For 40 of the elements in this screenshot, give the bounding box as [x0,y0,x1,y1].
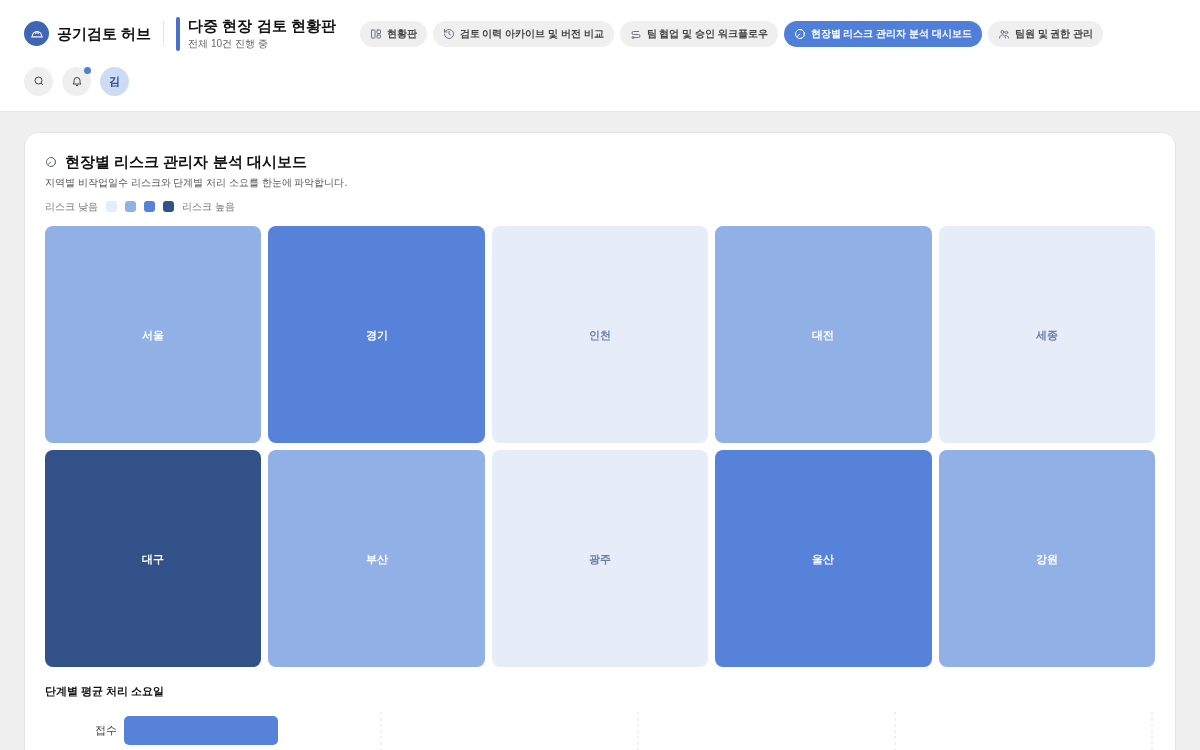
search-button[interactable] [24,66,53,96]
users-icon [997,27,1010,40]
risk-tile[interactable]: 서울 [45,226,262,444]
risk-tile[interactable]: 대전 [715,226,932,444]
legend-high-label: 리스크 높음 [181,200,235,215]
chart-icon [45,156,57,168]
stage-label: 접수 [95,722,117,738]
nav-tab[interactable]: 검토 이력 아카이브 및 버전 비교 [432,20,614,47]
page-title: 다중 현장 검토 현황판 [188,17,336,36]
nav-tab[interactable]: 현장별 리스크 관리자 분석 대시보드 [783,20,982,47]
page-subtitle: 전체 10건 진행 중 [188,36,269,51]
grid-icon [369,27,382,40]
risk-tile[interactable]: 광주 [491,450,709,668]
chart-icon [793,27,806,40]
brand-name: 공기검토 허브 [57,23,152,44]
risk-tile[interactable]: 부산 [268,450,485,668]
search-icon [32,75,45,88]
risk-tile[interactable]: 대구 [45,450,262,668]
notification-button[interactable] [62,66,91,96]
helmet-logo-icon [24,21,49,47]
dashboard-description: 지역별 비작업일수 리스크와 단계별 처리 소요를 한눈에 파악합니다. [45,176,349,191]
risk-tile[interactable]: 세종 [938,226,1155,444]
risk-tile[interactable]: 강원 [938,450,1155,668]
legend-swatch [162,201,174,213]
nav-tab[interactable]: 팀 협업 및 승인 워크플로우 [619,20,778,47]
title-accent [176,17,181,51]
risk-tile[interactable]: 경기 [268,226,485,444]
bell-icon [70,75,83,88]
legend-low-label: 리스크 낮음 [45,200,98,215]
legend-swatch [143,201,155,213]
legend-swatch [124,201,136,213]
stage-section-title: 단계별 평균 처리 소요일 [45,684,166,700]
history-icon [442,27,455,40]
risk-tile[interactable]: 울산 [715,450,932,668]
dashboard-title: 현장별 리스크 관리자 분석 대시보드 [65,151,307,172]
nav-tab[interactable]: 현황판 [359,20,427,47]
nav-tab[interactable]: 팀원 및 권한 관리 [987,20,1104,47]
user-avatar[interactable]: 김 [100,66,129,96]
risk-tile[interactable]: 인천 [491,226,709,444]
legend-swatch [105,201,117,213]
